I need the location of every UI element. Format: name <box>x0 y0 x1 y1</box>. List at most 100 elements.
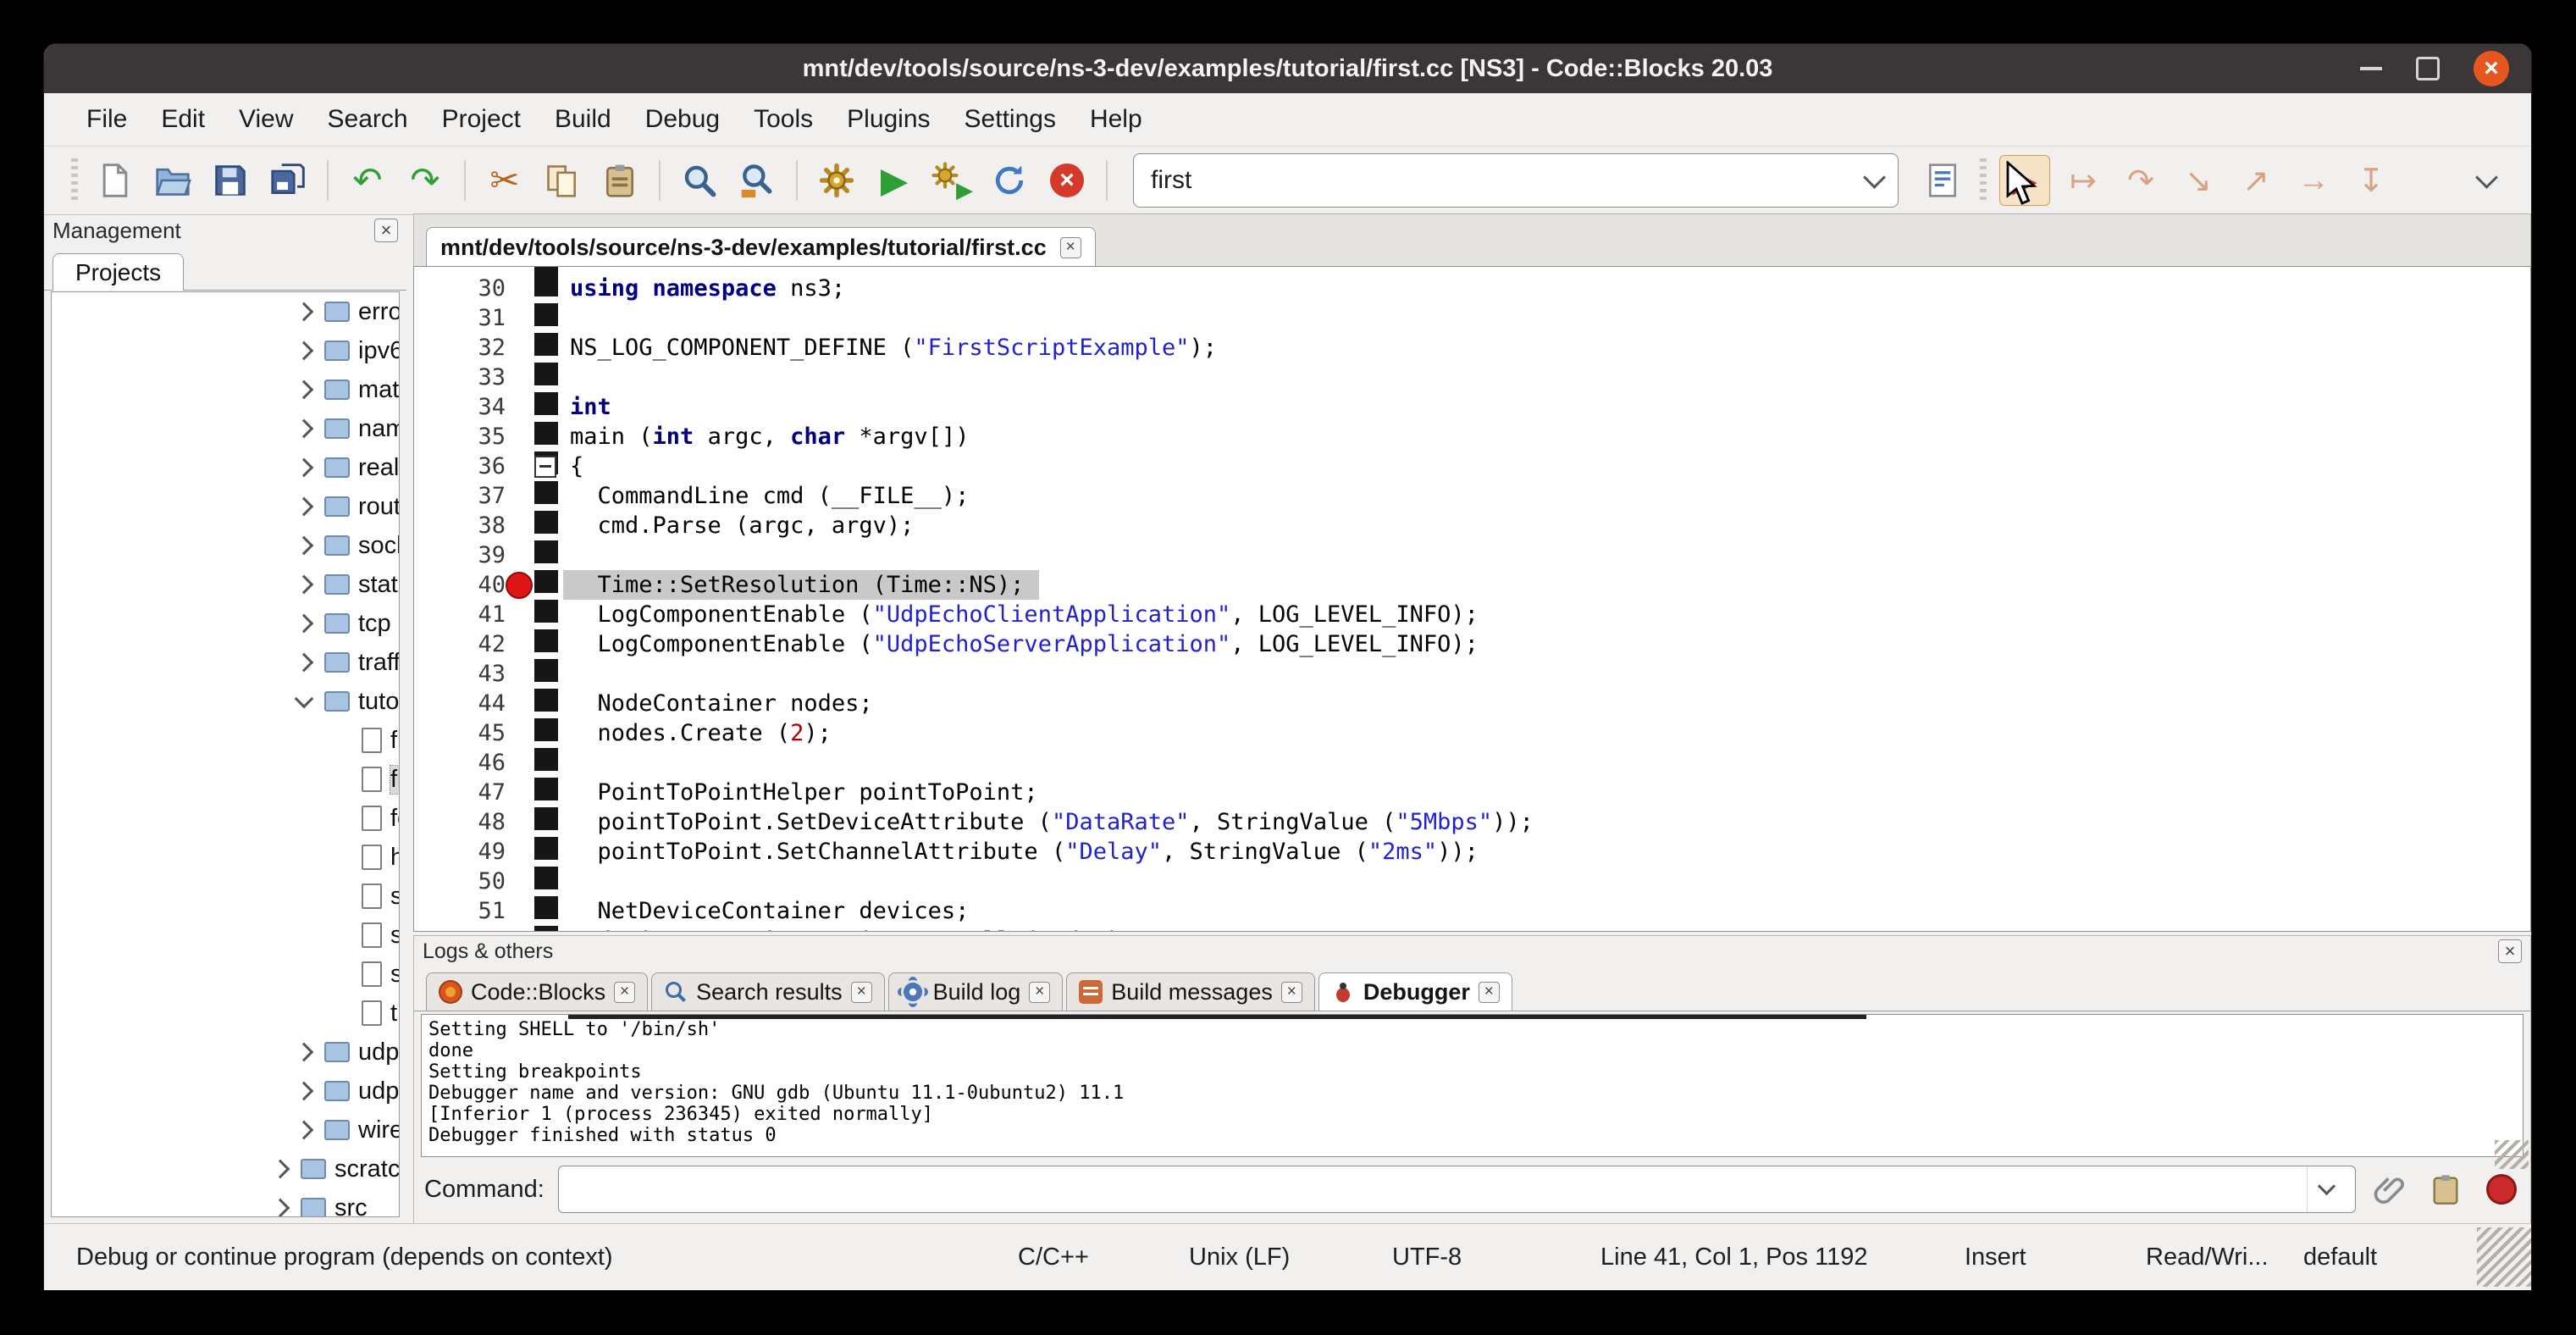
line-number[interactable]: 31 <box>414 303 516 333</box>
tree-item-udp-[interactable]: udp- <box>52 1072 399 1111</box>
line-number[interactable]: 39 <box>414 540 516 570</box>
close-button[interactable]: × <box>2474 51 2509 86</box>
tree-item-rout[interactable]: rout <box>52 487 399 526</box>
tab-close-icon[interactable]: × <box>1479 982 1500 1003</box>
next-instruction-button[interactable]: → <box>2289 156 2338 205</box>
line-number[interactable]: 43 <box>414 659 516 689</box>
search-options-button[interactable] <box>1918 156 1967 205</box>
code-text[interactable]: using namespace ns3;NS_LOG_COMPONENT_DEF… <box>570 274 1534 932</box>
line-number[interactable]: 49 <box>414 837 516 867</box>
line-number[interactable]: 41 <box>414 600 516 629</box>
save-button[interactable] <box>206 156 255 205</box>
step-into-button[interactable]: ↘ <box>2174 156 2223 205</box>
line-number[interactable]: 47 <box>414 778 516 807</box>
step-out-button[interactable]: ↗ <box>2231 156 2280 205</box>
command-dropdown-button[interactable] <box>2307 1166 2345 1212</box>
chevron-right-icon[interactable] <box>295 575 314 595</box>
chevron-right-icon[interactable] <box>295 458 314 478</box>
fold-box-icon[interactable] <box>534 456 556 478</box>
line-number[interactable]: 44 <box>414 689 516 718</box>
tree-item-ipv6[interactable]: ipv6 <box>52 331 399 370</box>
stop-button[interactable] <box>2479 1167 2523 1211</box>
line-number[interactable]: 52 <box>414 926 516 932</box>
clipboard-button[interactable] <box>2424 1167 2468 1211</box>
chevron-right-icon[interactable] <box>271 1160 290 1179</box>
tree-item-se[interactable]: se <box>52 916 399 955</box>
tab-close-icon[interactable]: × <box>1060 237 1081 258</box>
logs-close-icon[interactable]: × <box>2498 939 2522 963</box>
line-number[interactable]: 33 <box>414 363 516 392</box>
chevron-right-icon[interactable] <box>295 1121 314 1140</box>
line-number[interactable]: 37 <box>414 481 516 511</box>
chevron-right-icon[interactable] <box>295 536 314 556</box>
run-to-cursor-button[interactable]: ↦ <box>2059 156 2108 205</box>
menu-help[interactable]: Help <box>1073 97 1159 141</box>
tree-item-scratch[interactable]: scratch <box>52 1149 399 1188</box>
tab-close-icon[interactable]: × <box>1029 982 1050 1003</box>
chevron-down-icon[interactable] <box>295 690 314 709</box>
editor-tab-first-cc[interactable]: mnt/dev/tools/source/ns-3-dev/examples/t… <box>426 227 1096 267</box>
chevron-right-icon[interactable] <box>295 419 314 439</box>
chevron-right-icon[interactable] <box>295 653 314 673</box>
tree-item-udp[interactable]: udp <box>52 1033 399 1072</box>
abort-button[interactable]: × <box>1042 156 1092 205</box>
cut-button[interactable]: ✂ <box>480 156 529 205</box>
tree-item-fif[interactable]: fif <box>52 721 399 760</box>
find-button[interactable] <box>675 156 724 205</box>
line-number[interactable]: 30 <box>414 274 516 303</box>
chevron-right-icon[interactable] <box>295 614 314 634</box>
fold-margin[interactable] <box>534 267 558 931</box>
tree-item-tuto[interactable]: tuto <box>52 682 399 721</box>
tab-projects[interactable]: Projects <box>53 253 184 291</box>
chevron-right-icon[interactable] <box>295 302 314 322</box>
maximize-button[interactable] <box>2416 57 2440 80</box>
open-file-button[interactable] <box>148 156 197 205</box>
menu-tools[interactable]: Tools <box>737 97 830 141</box>
tree-item-wire[interactable]: wire <box>52 1111 399 1149</box>
menu-settings[interactable]: Settings <box>948 97 1073 141</box>
search-combo-input[interactable] <box>1149 165 1866 196</box>
breakpoint-marker[interactable] <box>506 572 533 599</box>
logs-tab-build-messages[interactable]: Build messages× <box>1066 972 1315 1011</box>
tree-item-six[interactable]: six <box>52 955 399 994</box>
line-number[interactable]: 36 <box>414 451 516 481</box>
redo-button[interactable]: ↷ <box>401 156 450 205</box>
management-close-icon[interactable]: × <box>374 219 398 242</box>
tree-item-se[interactable]: se <box>52 877 399 916</box>
tree-item-erro[interactable]: erro <box>52 292 399 331</box>
build-and-run-button[interactable]: ▶ <box>927 156 976 205</box>
rebuild-button[interactable] <box>985 156 1034 205</box>
line-number[interactable]: 35 <box>414 422 516 451</box>
chevron-right-icon[interactable] <box>271 1199 290 1217</box>
new-file-button[interactable] <box>91 156 140 205</box>
tree-item-stat[interactable]: stat <box>52 565 399 604</box>
tree-item-sock[interactable]: sock <box>52 526 399 565</box>
line-number[interactable]: 46 <box>414 748 516 778</box>
line-number[interactable]: 38 <box>414 511 516 540</box>
logs-tab-build-log[interactable]: Build log× <box>888 972 1064 1011</box>
logs-resize-grip[interactable] <box>2495 1140 2529 1169</box>
save-all-button[interactable] <box>263 156 312 205</box>
run-button[interactable]: ▶ <box>870 156 919 205</box>
next-line-button[interactable]: ↷ <box>2116 156 2165 205</box>
title-bar[interactable]: mnt/dev/tools/source/ns-3-dev/examples/t… <box>44 44 2531 93</box>
line-number-gutter[interactable]: 3031323334353637383940414243444546474849… <box>414 274 516 932</box>
line-number[interactable]: 50 <box>414 867 516 896</box>
tree-item-th[interactable]: th <box>52 994 399 1033</box>
toolbar-drag-handle[interactable] <box>71 158 78 202</box>
search-combo[interactable] <box>1133 153 1899 208</box>
logs-tab-code-blocks[interactable]: Code::Blocks× <box>426 972 648 1011</box>
command-input[interactable] <box>569 1175 2307 1204</box>
menu-search[interactable]: Search <box>311 97 425 141</box>
menu-edit[interactable]: Edit <box>144 97 222 141</box>
chevron-right-icon[interactable] <box>295 497 314 517</box>
tab-close-icon[interactable]: × <box>614 982 635 1003</box>
undo-button[interactable]: ↶ <box>343 156 392 205</box>
tree-item-nam[interactable]: nam <box>52 409 399 448</box>
attach-button[interactable] <box>2368 1167 2412 1211</box>
menu-plugins[interactable]: Plugins <box>830 97 947 141</box>
step-into-instruction-button[interactable]: ↧ <box>2347 156 2396 205</box>
line-number[interactable]: 40 <box>414 570 516 600</box>
line-number[interactable]: 48 <box>414 807 516 837</box>
code-editor[interactable]: 3031323334353637383940414243444546474849… <box>413 266 2531 932</box>
